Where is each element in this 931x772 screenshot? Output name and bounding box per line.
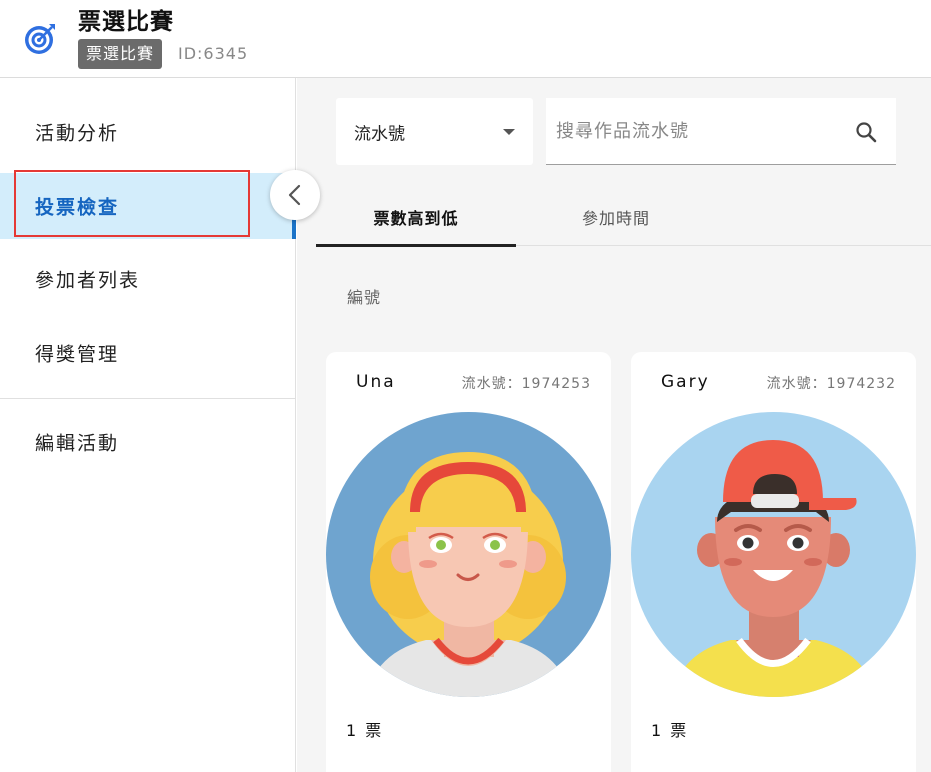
sidebar-item-label: 參加者列表 <box>35 269 141 292</box>
chevron-left-icon <box>288 184 301 206</box>
main-content: 流水號 票數高到低 參加時間 編號 Una 流水號：1974253 <box>297 78 931 772</box>
tab-label: 票數高到低 <box>373 209 459 228</box>
sidebar-item-label: 投票檢查 <box>35 196 120 219</box>
entry-serial: 流水號：1974232 <box>766 376 896 392</box>
entry-serial: 流水號：1974253 <box>461 376 591 392</box>
sidebar-item-awards[interactable]: 得獎管理 <box>0 320 296 386</box>
activity-type-badge: 票選比賽 <box>78 39 163 69</box>
sidebar: 活動分析 投票檢查 參加者列表 得獎管理 編輯活動 <box>0 78 296 772</box>
sort-label: 編號 <box>347 288 382 307</box>
search-icon[interactable] <box>854 120 878 144</box>
sidebar-item-label: 編輯活動 <box>35 432 120 455</box>
filter-select[interactable]: 流水號 <box>336 98 533 165</box>
sidebar-item-participants[interactable]: 參加者列表 <box>0 246 296 312</box>
search-field <box>546 98 896 165</box>
sort-tabs: 票數高到低 參加時間 <box>316 188 931 247</box>
tab-votes-desc[interactable]: 票數高到低 <box>316 188 516 247</box>
app-header: 票選比賽 票選比賽 ID:6345 <box>0 0 931 78</box>
entry-card[interactable]: Gary 流水號：1974232 1 票 <box>631 352 916 772</box>
tab-label: 參加時間 <box>581 209 650 228</box>
page-title: 票選比賽 <box>78 9 174 35</box>
sidebar-item-vote-check[interactable]: 投票檢查 <box>0 173 296 239</box>
girl-avatar-icon <box>326 412 611 697</box>
sidebar-item-label: 活動分析 <box>35 122 120 145</box>
boy-avatar-icon <box>631 412 916 697</box>
collapse-sidebar-button[interactable] <box>270 170 320 220</box>
target-icon <box>25 24 55 54</box>
search-input[interactable] <box>556 114 836 148</box>
entry-name: Gary <box>661 372 710 392</box>
vote-count: 1 票 <box>346 721 384 740</box>
caret-down-icon <box>503 129 515 135</box>
vote-count: 1 票 <box>651 721 689 740</box>
sidebar-divider <box>0 398 296 399</box>
filter-select-value: 流水號 <box>354 124 405 144</box>
tab-join-time[interactable]: 參加時間 <box>516 188 716 246</box>
sidebar-item-analytics[interactable]: 活動分析 <box>0 99 296 165</box>
sidebar-item-label: 得獎管理 <box>35 343 120 366</box>
entry-name: Una <box>356 372 396 392</box>
activity-id: ID:6345 <box>178 44 249 63</box>
entry-card[interactable]: Una 流水號：1974253 1 票 <box>326 352 611 772</box>
sidebar-item-edit-activity[interactable]: 編輯活動 <box>0 409 296 475</box>
